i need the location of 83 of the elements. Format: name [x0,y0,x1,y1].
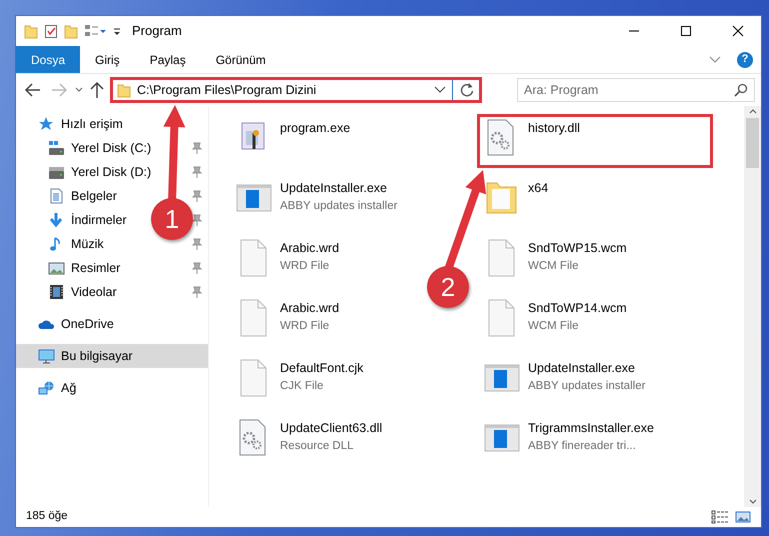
address-bar[interactable]: C:\Program Files\Program Dizini [110,77,482,103]
close-icon [732,25,744,37]
file-item[interactable]: history.dll [477,114,713,168]
chevron-down-icon[interactable] [434,85,446,95]
ribbon-tab[interactable]: Paylaş [134,46,201,73]
monitor-icon [38,348,55,364]
star-icon [38,116,55,132]
file-type: WRD File [280,258,330,274]
file-name: TrigrammsInstaller.exe [528,420,654,437]
large-icons-view-icon[interactable] [735,510,751,524]
pin-icon[interactable] [192,262,202,274]
file-item[interactable]: x64 [477,174,556,222]
file-name: Arabic.wrd [280,300,340,317]
drive-icon [48,140,65,156]
document-icon [48,188,65,204]
film-icon [48,284,65,300]
file-name: UpdateClient63.dll [280,420,382,437]
sidebar-item[interactable]: Hızlı erişim [16,112,208,136]
file-item[interactable]: UpdateInstaller.exe ABBY updates installer [229,174,404,222]
file-type: CJK File [280,378,324,394]
pin-icon[interactable] [192,190,202,202]
pin-icon[interactable] [192,286,202,298]
sidebar-item[interactable]: Bu bilgisayar [16,344,208,368]
file-item[interactable]: Arabic.wrd WRD File [229,234,346,282]
up-arrow-icon[interactable] [88,80,106,100]
item-count: 185 öğe [26,509,68,524]
file-name: Arabic.wrd [280,240,340,257]
file-type: WRD File [280,318,330,334]
sidebar-item[interactable]: OneDrive [16,312,208,336]
properties-icon[interactable] [84,23,106,39]
file-name: program.exe [280,120,350,137]
file-item[interactable]: SndToWP15.wcm WCM File [477,234,634,282]
picture-icon [48,260,65,276]
file-name: SndToWP15.wcm [528,240,627,257]
folder-icon [117,82,131,98]
network-icon [38,380,55,396]
ribbon-tab[interactable]: Dosya [16,46,80,73]
window-title: Program [132,22,182,40]
file-type: ABBY updates installer [280,198,398,214]
file-item[interactable]: DefaultFont.cjk CJK File [229,354,370,402]
file-item[interactable]: UpdateInstaller.exe ABBY updates installer [477,354,652,402]
checklist-icon[interactable] [44,23,58,39]
file-item[interactable]: Arabic.wrd WRD File [229,294,346,342]
address-path: C:\Program Files\Program Dizini [137,82,318,99]
drive-icon [48,164,65,180]
file-name: UpdateInstaller.exe [280,180,388,197]
sidebar-item[interactable]: Yerel Disk (D:) [16,160,158,184]
sidebar-item[interactable]: Belgeler [16,184,123,208]
details-view-icon[interactable] [711,510,729,524]
file-item[interactable]: SndToWP14.wcm WCM File [477,294,634,342]
pin-icon[interactable] [192,238,202,250]
scroll-thumb[interactable] [746,118,759,168]
ribbon-tab[interactable]: Giriş [80,46,135,73]
down-arrow-icon [48,212,65,228]
file-name: SndToWP14.wcm [528,300,627,317]
sidebar-item[interactable]: Resimler [16,256,126,280]
sidebar-item[interactable]: Ağ [16,376,208,400]
refresh-icon[interactable] [459,82,475,98]
sidebar-item[interactable]: İndirmeler [16,208,133,232]
pin-icon[interactable] [192,142,202,154]
file-type: WCM File [528,318,580,334]
search-field[interactable]: Ara: Program [517,78,755,102]
scrollbar[interactable] [744,106,761,507]
sidebar-item[interactable]: Müzik [16,232,110,256]
file-item[interactable]: UpdateClient63.dll Resource DLL [229,414,390,462]
file-item[interactable]: TrigrammsInstaller.exe ABBY finereader tri... [477,414,661,462]
file-type: Resource DLL [280,438,355,454]
file-type: ABBY finereader tri... [528,438,637,454]
pin-icon[interactable] [192,166,202,178]
file-type: WCM File [528,258,580,274]
maximize-icon [680,25,692,37]
file-name: history.dll [528,120,580,137]
search-icon [734,83,748,97]
file-name: DefaultFont.cjk [280,360,364,377]
file-type: ABBY updates installer [528,378,646,394]
sidebar-item[interactable]: Yerel Disk (C:) [16,136,158,160]
ribbon-tab[interactable]: Görünüm [200,46,281,73]
help-button[interactable]: ? [737,52,753,68]
file-name: UpdateInstaller.exe [528,360,636,377]
pin-icon[interactable] [192,214,202,226]
file-name: x64 [528,180,548,197]
file-item[interactable]: program.exe [229,114,358,162]
sidebar-item[interactable]: Videolar [16,280,123,304]
